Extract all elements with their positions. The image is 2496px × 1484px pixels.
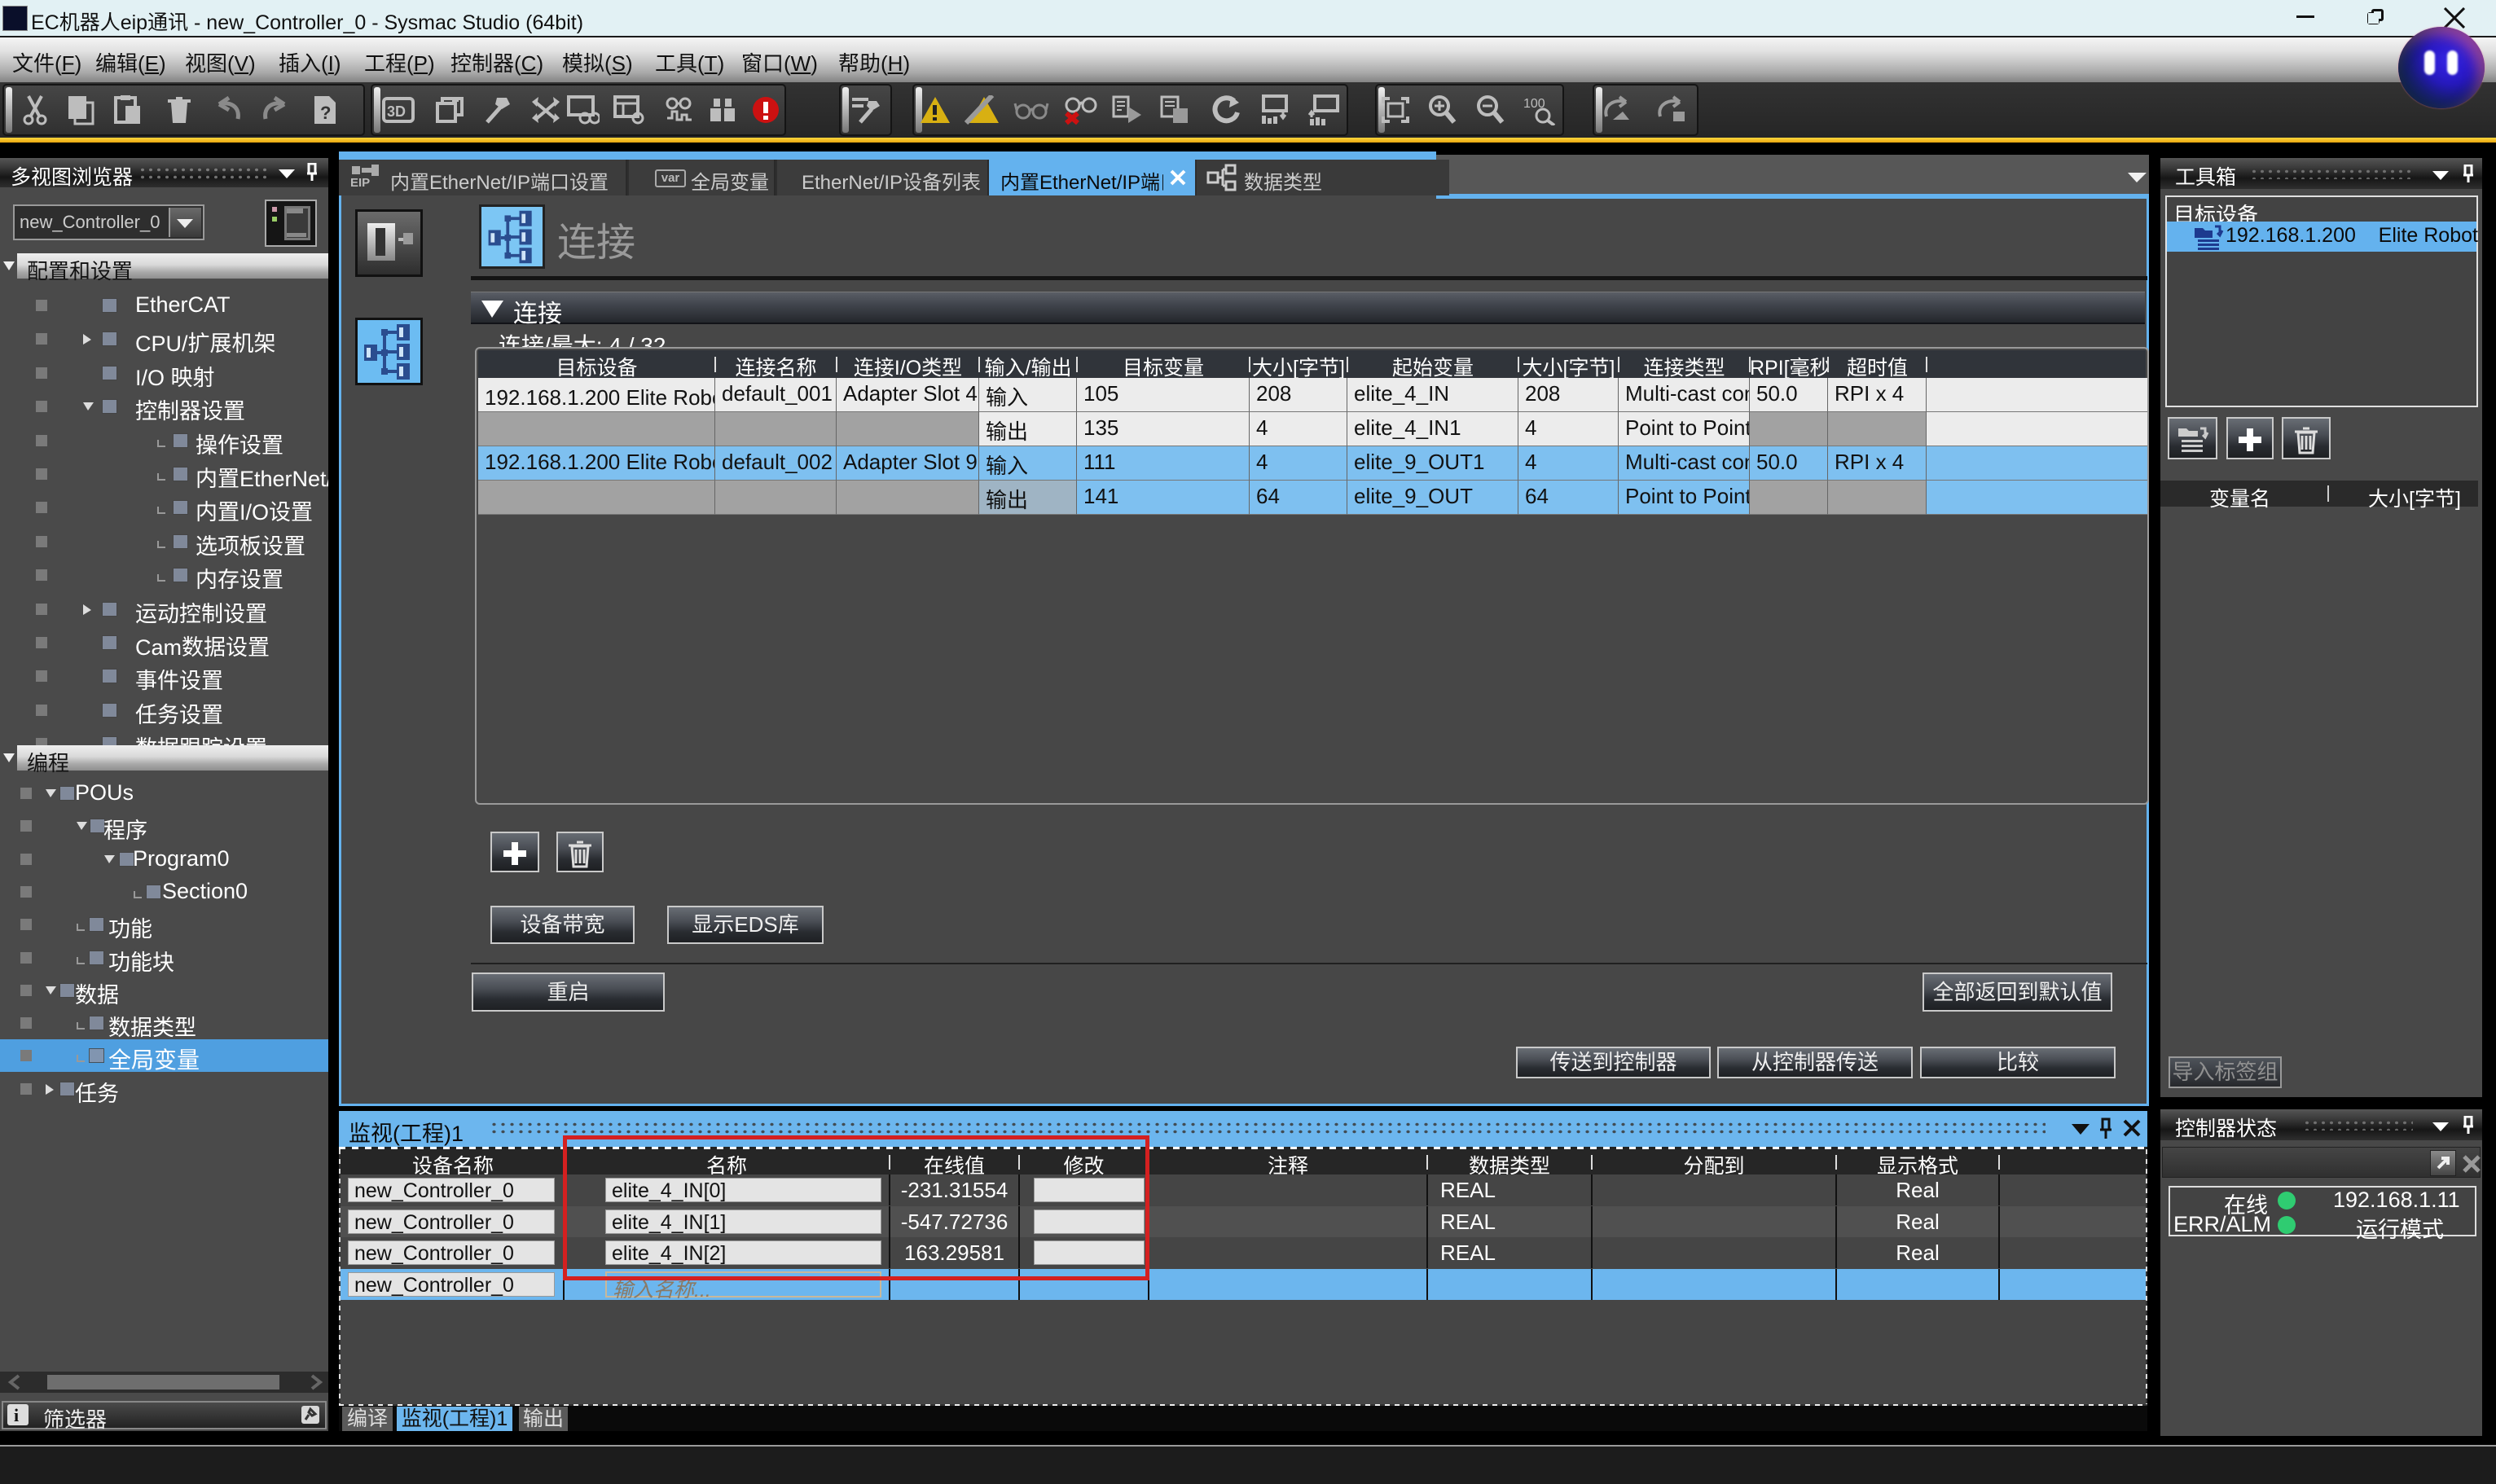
svg-text:3D: 3D [387, 103, 406, 120]
svg-text:?: ? [320, 103, 331, 123]
